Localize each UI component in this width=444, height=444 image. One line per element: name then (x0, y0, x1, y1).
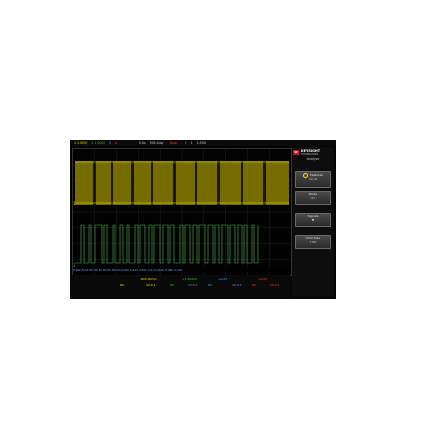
ch3-marker[interactable]: 3 (109, 141, 111, 145)
ch2-offset[interactable]: +3.9000V (182, 277, 197, 281)
ch4-coupling: DC (252, 283, 257, 287)
run-state[interactable]: Stop (170, 141, 177, 145)
ch4-offset[interactable]: +0.0V (258, 277, 267, 281)
ch2-waveform (75, 224, 259, 264)
brand-name: KEYSIGHT (301, 148, 321, 153)
ch2-trace (75, 224, 259, 264)
signals-button[interactable]: Signals ▼ (295, 213, 331, 227)
ch2-coupling: DC (170, 283, 175, 287)
ch2-probe: 10.0:1 (188, 283, 198, 287)
time-position[interactable]: 0.0s (139, 141, 146, 145)
features-button[interactable]: Features Serial (295, 171, 331, 188)
channel-info-bar: -820.00mV +3.9000V +0.0V +0.0V DC 10.0:1… (70, 275, 290, 299)
ch3-probe: 10.0:1 (232, 283, 242, 287)
mode-value: I2C (310, 195, 316, 200)
ch3-offset[interactable]: +0.0V (218, 277, 227, 281)
mode-button[interactable]: Mode I2C (295, 191, 331, 205)
status-bar: 1 1.00V/ 2 1.00V/ 3 4 0.0s 500.0us/ Stop… (70, 140, 336, 146)
menu-title: Analyze (306, 157, 320, 161)
ch1-gap (151, 161, 153, 205)
ch1-probe: 10.0:1 (146, 283, 156, 287)
ch1-gap (131, 161, 134, 205)
features-value: Serial (308, 177, 318, 181)
ch1-offset[interactable]: -820.00mV (140, 277, 157, 281)
ch1-gap (93, 161, 96, 205)
ch1-trace-envelope (75, 161, 289, 205)
ch4-marker[interactable]: 4 (115, 141, 117, 145)
ch1-gap (195, 161, 197, 205)
decode-row: 0:0Ah R 01:00 00:22 00:00 04:00 0:4Ah 0:… (73, 268, 291, 272)
trigger-marker: F (184, 141, 187, 145)
ch4-probe: 10.0:1 (270, 283, 280, 287)
brand-sub: TECHNOLOGIES (301, 152, 319, 156)
ch3-coupling: DC (208, 283, 213, 287)
ch1-gap (217, 161, 220, 205)
ch1-coupling: DC (120, 283, 125, 287)
ch1-scale[interactable]: 1 1.00V/ (74, 141, 87, 145)
softkey-panel: W KEYSIGHT TECHNOLOGIES Analyze Features… (292, 147, 334, 297)
ch1-gap (173, 161, 176, 205)
time-scale[interactable]: 500.0us/ (150, 141, 164, 145)
oscilloscope-screen: 1 1.00V/ 2 1.00V/ 3 4 0.0s 500.0us/ Stop… (70, 140, 336, 299)
trigger-source[interactable]: 1 (191, 141, 193, 145)
ch1-gap (241, 161, 243, 205)
address-size-button[interactable]: Addr Size 7 Bit (295, 235, 331, 249)
ch1-gap (263, 161, 266, 205)
ch2-scale[interactable]: 2 1.00V/ (91, 141, 104, 145)
waveform-plot[interactable]: 1 2 0:0Ah R 01:00 00:22 00:00 04:00 0:4A… (72, 148, 292, 276)
trigger-level[interactable]: 2.50V (197, 141, 206, 145)
keysight-mark-icon: W (293, 149, 299, 155)
chevron-down-icon: ▼ (311, 217, 315, 222)
waveform-svg: 1 2 (73, 149, 291, 275)
address-size-value: 7 Bit (309, 239, 317, 244)
keysight-logo: W KEYSIGHT TECHNOLOGIES (293, 148, 333, 156)
ch1-gap (111, 161, 113, 205)
